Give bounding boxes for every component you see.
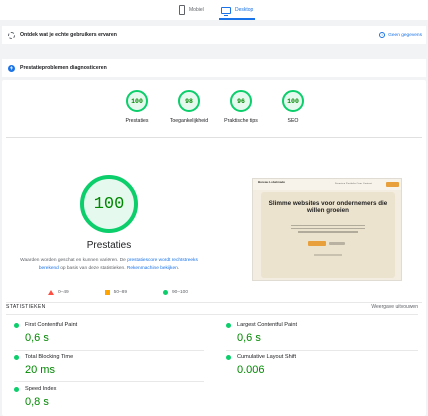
metric-value: 0.006 xyxy=(237,364,265,376)
preview-secondary-link xyxy=(329,242,345,245)
gauge-performance[interactable]: 100 Prestaties xyxy=(107,90,167,124)
metric-label: Cumulative Layout Shift xyxy=(237,354,297,360)
performance-title: Prestaties xyxy=(86,240,132,251)
gauge-seo[interactable]: 100 SEO xyxy=(263,90,323,124)
preview-cta-button xyxy=(308,241,326,246)
gauge-accessibility[interactable]: 98 Toegankelijkheid xyxy=(159,90,219,124)
gauge-label: Prestaties xyxy=(125,118,149,124)
legend-good: 90–100 xyxy=(162,290,188,295)
divider xyxy=(6,137,422,138)
flash-icon xyxy=(8,64,15,72)
real-users-title: Ontdek wat je echte gebruikers ervaren xyxy=(20,32,117,38)
category-gauges: 100 Prestaties 98 Toegankelijkheid 96 Pr… xyxy=(2,90,426,130)
metric-value: 0,6 s xyxy=(237,332,261,344)
tab-mobile-label: Mobiel xyxy=(189,7,204,13)
preview-nav-button xyxy=(386,182,399,187)
gauge-score: 100 xyxy=(126,90,148,112)
good-indicator-icon xyxy=(14,386,19,392)
divider xyxy=(14,350,204,351)
metric-label: Speed Index xyxy=(25,386,57,392)
legend-good-label: 90–100 xyxy=(171,290,188,295)
metric-value: 0,6 s xyxy=(25,332,49,344)
legend-bad: 0–49 xyxy=(48,290,69,295)
metrics-header: STATISTIEKEN Weergave uitvouwen xyxy=(6,304,418,310)
desc-text: op basis van deze statistieken. xyxy=(58,266,127,271)
preview-small-text xyxy=(314,254,342,256)
preview-body-text xyxy=(291,225,365,235)
legend-average: 50–89 xyxy=(104,290,127,295)
performance-score-gauge: 100 xyxy=(80,175,138,233)
no-data-label: Geen gegevens xyxy=(388,32,422,38)
metric-label: Total Blocking Time xyxy=(25,354,74,360)
preview-menu: Diensten Portfolio Over Contact xyxy=(335,183,372,185)
metrics-title: STATISTIEKEN xyxy=(6,304,46,310)
monitor-icon xyxy=(221,6,231,16)
device-tabs: Mobiel Desktop xyxy=(0,0,428,20)
tab-desktop-label: Desktop xyxy=(235,7,254,13)
gauge-best-practices[interactable]: 96 Praktische tips xyxy=(211,90,271,124)
gauge-score: 98 xyxy=(178,90,200,112)
page-screenshot: Bureau Lobelmade Diensten Portfolio Over… xyxy=(252,178,402,281)
gauge-label: Praktische tips xyxy=(224,118,258,124)
expand-view-toggle[interactable]: Weergave uitvouwen xyxy=(371,304,418,310)
divider xyxy=(6,302,422,303)
preview-headline: Slimme websites voor ondernemers die wil… xyxy=(268,200,388,214)
metric-cls: Cumulative Layout Shift 0.006 xyxy=(226,354,416,376)
metric-fcp: First Contentful Paint 0,6 s xyxy=(14,322,204,344)
gauge-label: SEO xyxy=(287,118,299,124)
users-icon xyxy=(8,31,15,39)
gauge-label: Toegankelijkheid xyxy=(169,118,209,124)
diagnose-title: Prestatieproblemen diagnosticeren xyxy=(20,65,107,71)
performance-description: Waarden worden geschat en kunnen variëre… xyxy=(18,257,200,273)
gauge-score: 96 xyxy=(230,90,252,112)
gauge-score: 100 xyxy=(282,90,304,112)
good-indicator-icon xyxy=(14,354,19,360)
metric-value: 20 ms xyxy=(25,364,55,376)
diagnose-banner: Prestatieproblemen diagnosticeren xyxy=(2,59,426,77)
preview-nav: Bureau Lobelmade Diensten Portfolio Over… xyxy=(253,179,401,190)
good-indicator-icon xyxy=(14,322,19,328)
calculator-link[interactable]: Rekenmachine bekijken xyxy=(127,266,178,271)
metric-label: Largest Contentful Paint xyxy=(237,322,298,328)
real-users-banner[interactable]: Ontdek wat je echte gebruikers ervaren i… xyxy=(2,26,426,44)
divider xyxy=(226,350,418,351)
square-icon xyxy=(104,290,110,295)
phone-icon xyxy=(179,5,185,15)
metric-lcp: Largest Contentful Paint 0,6 s xyxy=(226,322,416,344)
circle-icon xyxy=(162,290,168,295)
metric-tbt: Total Blocking Time 20 ms xyxy=(14,354,204,376)
preview-hero: Slimme websites voor ondernemers die wil… xyxy=(261,192,395,278)
legend-bad-label: 0–49 xyxy=(58,290,69,295)
triangle-icon xyxy=(48,290,54,295)
divider xyxy=(14,381,204,382)
metric-speed-index: Speed Index 0,8 s xyxy=(14,386,204,408)
tab-mobile[interactable]: Mobiel xyxy=(179,3,204,17)
divider xyxy=(6,314,418,315)
metric-label: First Contentful Paint xyxy=(25,322,78,328)
score-legend: 0–49 50–89 90–100 xyxy=(48,290,188,295)
metric-value: 0,8 s xyxy=(25,396,49,408)
good-indicator-icon xyxy=(226,354,231,360)
desc-text: Waarden worden geschat en kunnen variëre… xyxy=(20,258,128,263)
info-icon: i xyxy=(379,32,386,38)
legend-average-label: 50–89 xyxy=(113,290,127,295)
preview-logo: Bureau Lobelmade xyxy=(258,180,286,184)
good-indicator-icon xyxy=(226,322,231,328)
no-data-link[interactable]: i Geen gegevens xyxy=(379,32,422,38)
desc-text: . xyxy=(177,266,180,271)
tab-desktop[interactable]: Desktop xyxy=(218,3,256,20)
